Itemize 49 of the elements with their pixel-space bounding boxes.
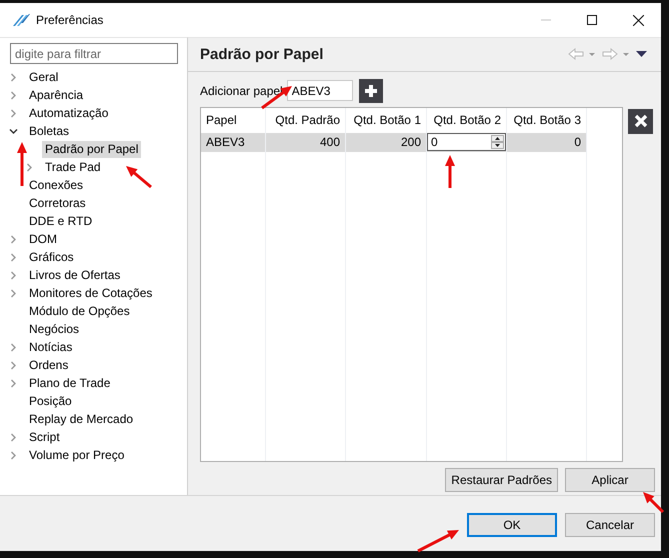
page-title: Padrão por Papel: [200, 46, 324, 63]
symbol-field[interactable]: ABEV3: [286, 80, 353, 102]
tree-item[interactable]: Trade Pad: [42, 158, 104, 176]
annotation-arrow: [126, 166, 152, 188]
table-cell: 0: [507, 132, 587, 152]
tree-item[interactable]: Boletas: [26, 122, 72, 140]
tree-item[interactable]: DDE e RTD: [26, 212, 96, 230]
tree-item[interactable]: Ordens: [26, 356, 72, 374]
tree-item[interactable]: Geral: [26, 68, 62, 86]
number-spinner-field[interactable]: 0: [427, 133, 506, 152]
tree-item[interactable]: Automatização: [26, 104, 112, 122]
page-button[interactable]: Aplicar: [565, 468, 655, 492]
menu-caret-icon[interactable]: [636, 50, 647, 58]
table-cell: ABEV3: [201, 132, 266, 152]
window-title: Preferências: [36, 13, 104, 27]
tree-item[interactable]: Volume por Preço: [26, 446, 128, 464]
spin-arrows-icon[interactable]: [491, 135, 504, 150]
tree-item[interactable]: Notícias: [26, 338, 76, 356]
dialog-button[interactable]: OK: [467, 512, 557, 536]
tree-item[interactable]: Posição: [26, 392, 75, 410]
chevron-icon[interactable]: [8, 126, 18, 136]
dialog-button[interactable]: Cancelar: [565, 512, 655, 536]
tree-item[interactable]: Módulo de Opções: [26, 302, 133, 320]
tree-item[interactable]: Conexões: [26, 176, 86, 194]
tree-item[interactable]: Gráficos: [26, 248, 77, 266]
tree-item[interactable]: Padrão por Papel: [42, 140, 142, 158]
annotation-arrow: [643, 492, 664, 514]
tree-item[interactable]: Script: [26, 428, 63, 446]
tree-item[interactable]: Plano de Trade: [26, 374, 114, 392]
add-button[interactable]: [358, 78, 383, 103]
remove-button[interactable]: [628, 108, 653, 134]
plus-icon: [364, 84, 377, 97]
tree-item[interactable]: Livros de Ofertas: [26, 266, 124, 284]
tree-item[interactable]: Negócios: [26, 320, 82, 338]
filter-field[interactable]: digite para filtrar: [10, 43, 178, 64]
feather-logo-icon: [12, 13, 30, 27]
tree-item[interactable]: Monitores de Cotações: [26, 284, 156, 302]
table-cell: 400: [266, 132, 346, 152]
page-button[interactable]: Restaurar Padrões: [445, 468, 558, 492]
annotation-arrow: [417, 530, 459, 552]
tree-item[interactable]: Corretoras: [26, 194, 89, 212]
annotation-arrow: [445, 155, 455, 188]
close-icon: [634, 114, 648, 128]
tree-item[interactable]: Aparência: [26, 86, 86, 104]
spinner-value: 0: [431, 135, 438, 150]
tree-item[interactable]: Replay de Mercado: [26, 410, 136, 428]
tree-item[interactable]: DOM: [26, 230, 60, 248]
table-cell: 200: [346, 132, 427, 152]
annotation-arrow: [17, 142, 27, 186]
